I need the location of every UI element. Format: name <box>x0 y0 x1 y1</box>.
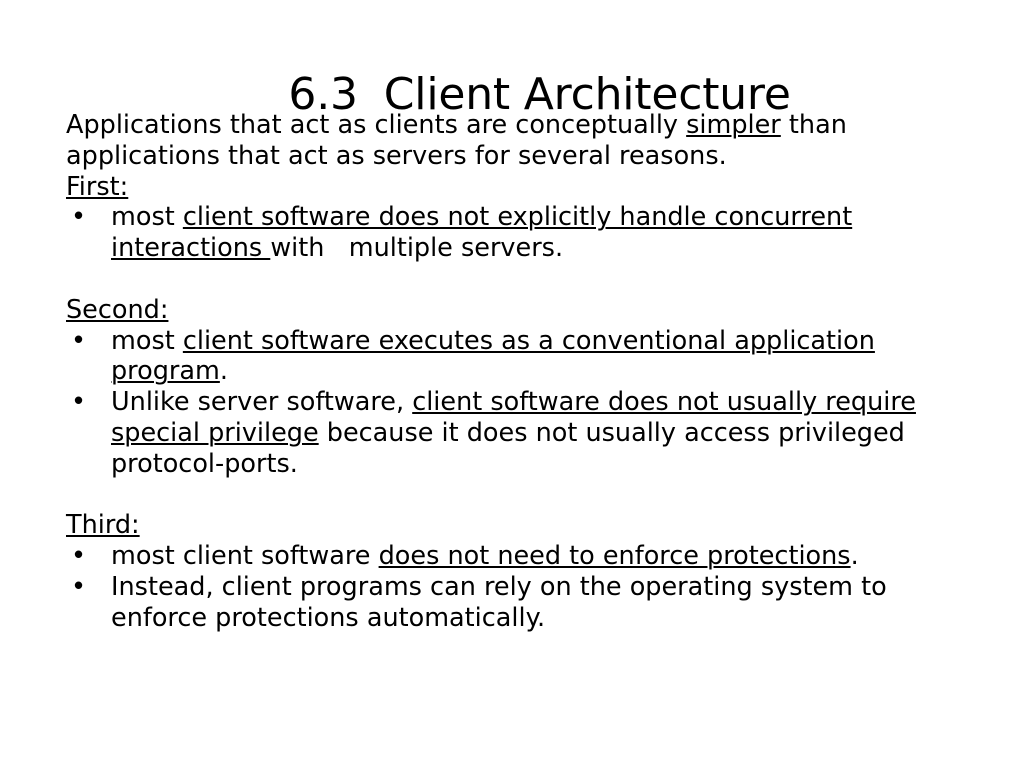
bullet-marker-icon: • <box>71 387 87 418</box>
bullet-first-1-text: most client software does not explicitly… <box>111 202 956 264</box>
section-heading-first: First: <box>66 172 956 203</box>
intro-text-before: Applications that act as clients are con… <box>66 110 687 140</box>
bullet-marker-icon: • <box>71 202 87 233</box>
bullet-third-2-before: Instead, client programs can rely on the… <box>111 571 895 633</box>
bullet-third-1-underlined: does not need to enforce protections <box>378 541 851 572</box>
bullet-second-1-after: . <box>219 356 228 387</box>
bullet-marker-icon: • <box>71 571 87 602</box>
section-heading-second-label: Second: <box>66 294 169 325</box>
bullet-third-1-text: most client software does not need to en… <box>111 541 956 572</box>
bullet-second-2: • Unlike server software, client softwar… <box>66 387 956 479</box>
section-heading-second: Second: <box>66 295 956 326</box>
bullet-marker-icon: • <box>71 325 87 356</box>
bullet-second-2-text: Unlike server software, client software … <box>111 387 956 479</box>
slide: 6.3 Client Architecture Applications that… <box>0 0 1024 768</box>
section-heading-third-label: Third: <box>66 510 140 541</box>
bullet-third-2-text: Instead, client programs can rely on the… <box>111 572 956 634</box>
bullet-third-1: • most client software does not need to … <box>66 541 956 572</box>
bullet-third-1-before: most client software <box>111 541 379 572</box>
block-spacer-2 <box>66 480 956 511</box>
block-spacer-1 <box>66 264 956 295</box>
bullet-first-1-after: with multiple servers. <box>270 233 564 264</box>
bullet-marker-icon: • <box>71 541 87 572</box>
bullet-third-1-after: . <box>850 541 859 572</box>
bullet-first-1: • most client software does not explicit… <box>66 202 956 264</box>
bullet-second-2-before: Unlike server software, <box>111 387 413 418</box>
slide-body: Applications that act as clients are con… <box>66 110 956 634</box>
intro-paragraph: Applications that act as clients are con… <box>66 110 956 172</box>
section-heading-third: Third: <box>66 510 956 541</box>
bullet-first-1-before: most <box>111 202 183 233</box>
bullet-third-2: • Instead, client programs can rely on t… <box>66 572 956 634</box>
bullet-second-1: • most client software executes as a con… <box>66 326 956 388</box>
intro-text-underlined: simpler <box>686 110 781 140</box>
bullet-second-1-text: most client software executes as a conve… <box>111 326 956 388</box>
bullet-second-1-before: most <box>111 325 183 356</box>
section-heading-first-label: First: <box>66 171 129 202</box>
